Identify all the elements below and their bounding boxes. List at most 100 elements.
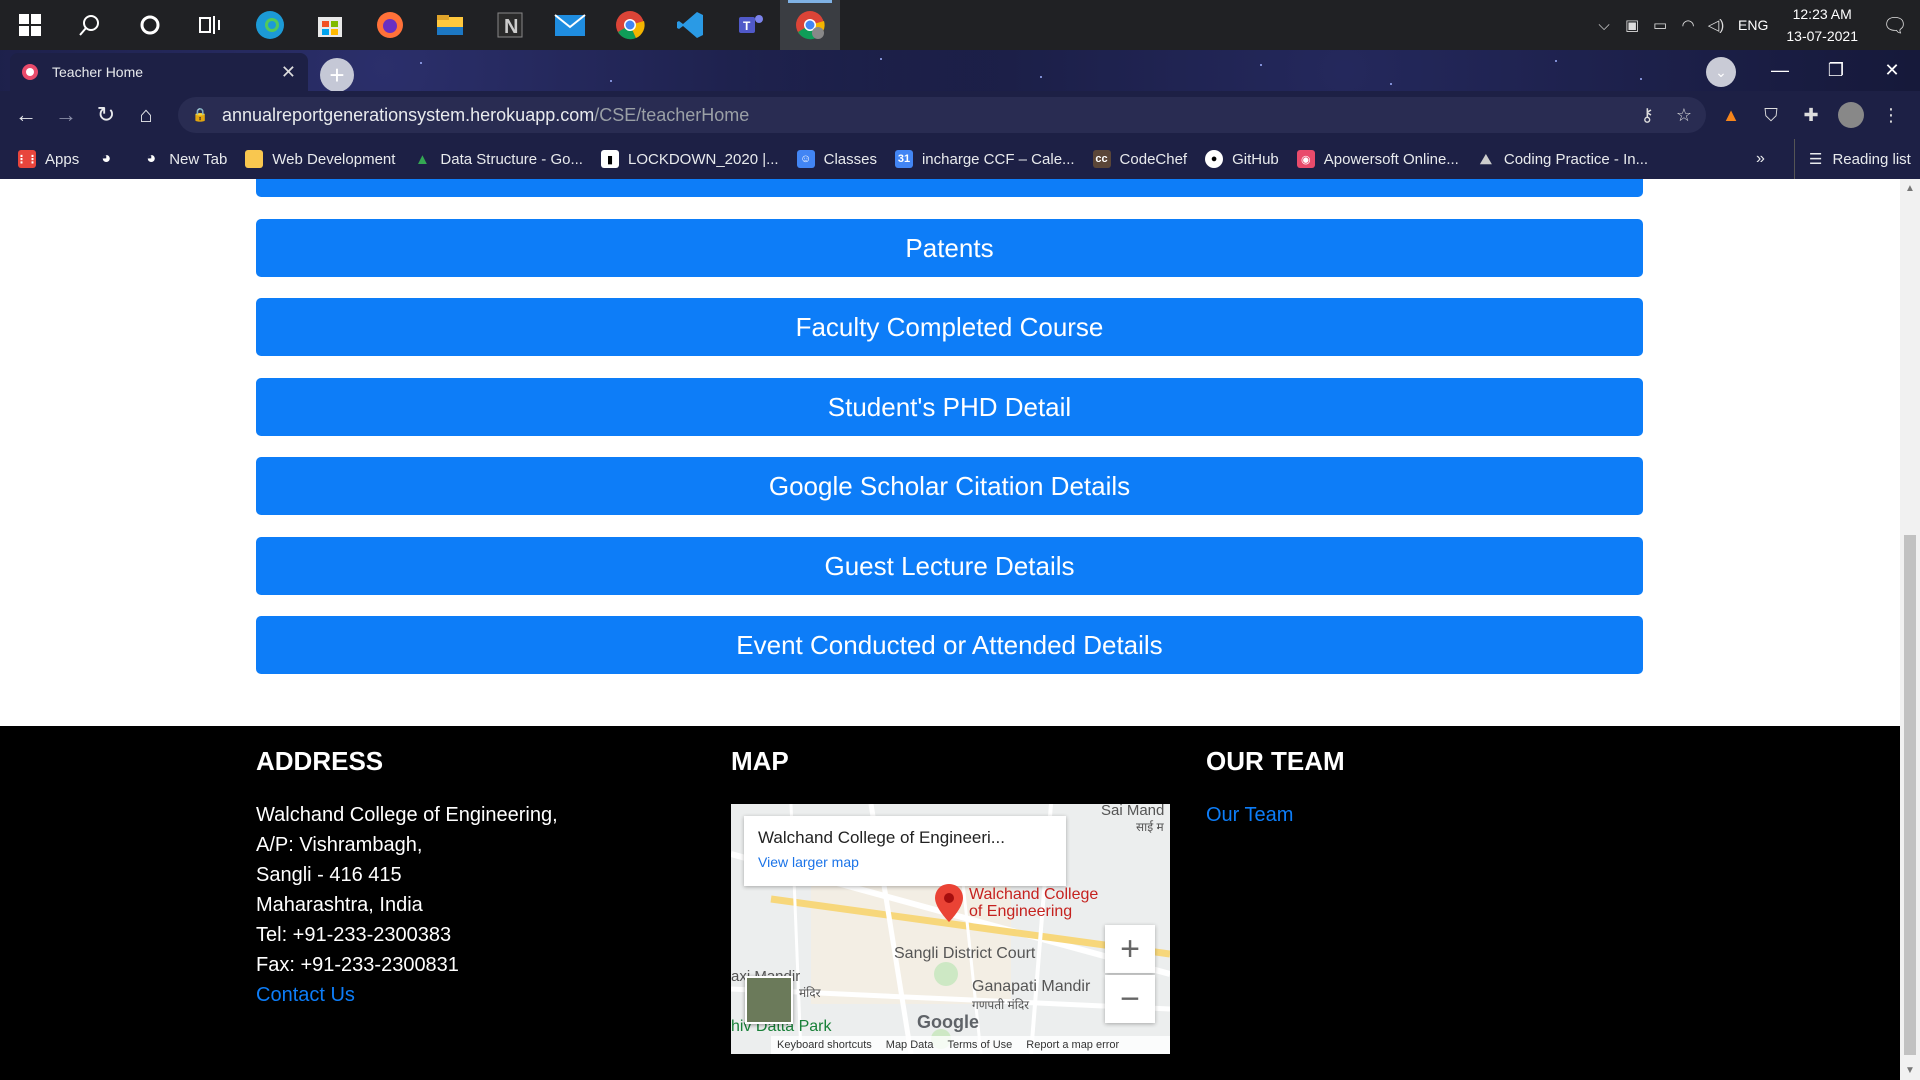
- url-host: annualreportgenerationsystem.herokuapp.c…: [222, 104, 595, 125]
- bookmarks-bar: ⋮⋮ Apps ◕ ◕ New Tab Web Development ▲ Da…: [0, 139, 1920, 179]
- new-tab-button[interactable]: +: [320, 58, 354, 92]
- bookmark-label: CodeChef: [1119, 150, 1188, 168]
- teacher-home-main: Patents Faculty Completed Course Student…: [0, 179, 1900, 726]
- chevron-up-icon[interactable]: ⌵: [1590, 0, 1618, 50]
- embedded-map[interactable]: Walchand College of Engineeri... View la…: [731, 804, 1170, 1054]
- terms-of-use-link[interactable]: Terms of Use: [947, 1039, 1012, 1051]
- language-indicator[interactable]: ENG: [1738, 17, 1768, 33]
- contact-us-link[interactable]: Contact Us: [256, 984, 355, 1007]
- clock-date: 13-07-2021: [1786, 28, 1858, 44]
- page-scrollbar[interactable]: ▲ ▼: [1900, 179, 1920, 1080]
- svg-text:N: N: [504, 16, 518, 38]
- bookmark-apowersoft[interactable]: ◉ Apowersoft Online...: [1296, 150, 1459, 168]
- bookmark-data-structure[interactable]: ▲ Data Structure - Go...: [413, 150, 583, 168]
- key-icon[interactable]: ⚷: [1641, 105, 1654, 126]
- bookmark-globe[interactable]: ◕: [97, 150, 124, 168]
- browser-tab[interactable]: Teacher Home ✕: [10, 53, 308, 91]
- close-window-icon[interactable]: ✕: [1864, 60, 1920, 81]
- bookmark-new-tab[interactable]: ◕ New Tab: [142, 150, 227, 168]
- reading-list-button[interactable]: ☰ Reading list: [1794, 139, 1911, 179]
- scroll-thumb[interactable]: [1904, 535, 1916, 1055]
- bookmark-coding-practice[interactable]: ⛰ Coding Practice - In...: [1477, 150, 1648, 168]
- metamask-icon[interactable]: ▲: [1718, 102, 1744, 128]
- event-conducted-attended-button[interactable]: Event Conducted or Attended Details: [256, 616, 1643, 674]
- minimize-icon[interactable]: —: [1752, 60, 1808, 81]
- chrome-icon[interactable]: [600, 0, 660, 50]
- guest-lecture-details-button[interactable]: Guest Lecture Details: [256, 537, 1643, 595]
- menu-kebab-icon[interactable]: ⋮: [1878, 102, 1904, 128]
- extensions-puzzle-icon[interactable]: ✚: [1798, 102, 1824, 128]
- address-line: Walchand College of Engineering,: [256, 804, 558, 826]
- battery-icon[interactable]: ▭: [1646, 0, 1674, 50]
- keyboard-shortcuts-link[interactable]: Keyboard shortcuts: [777, 1039, 872, 1051]
- map-zoom-in-button[interactable]: +: [1105, 925, 1155, 973]
- shield-icon[interactable]: ⛉: [1758, 102, 1784, 128]
- cortana-icon[interactable]: [120, 0, 180, 50]
- map-zoom-out-button[interactable]: −: [1105, 975, 1155, 1023]
- forward-icon[interactable]: →: [46, 95, 86, 135]
- meet-now-icon[interactable]: ▣: [1618, 0, 1646, 50]
- close-tab-icon[interactable]: ✕: [281, 62, 296, 83]
- task-view-icon[interactable]: [180, 0, 240, 50]
- google-drive-icon: ▲: [414, 150, 430, 168]
- reading-list-label: Reading list: [1832, 150, 1911, 168]
- report-map-error-link[interactable]: Report a map error: [1026, 1039, 1119, 1051]
- bookmark-calendar[interactable]: 31 incharge CCF – Cale...: [894, 150, 1075, 168]
- codechef-icon: cc: [1092, 150, 1111, 168]
- teams-icon[interactable]: T: [720, 0, 780, 50]
- faculty-completed-course-button[interactable]: Faculty Completed Course: [256, 298, 1643, 356]
- bookmark-label: New Tab: [169, 150, 228, 168]
- bookmark-star-icon[interactable]: ☆: [1676, 105, 1692, 126]
- tab-search-icon[interactable]: ⌄: [1706, 57, 1736, 87]
- windows-start-icon[interactable]: [0, 0, 60, 50]
- store-icon[interactable]: [300, 0, 360, 50]
- bookmark-classes[interactable]: ☺ Classes: [796, 150, 877, 168]
- map-satellite-toggle[interactable]: [745, 976, 793, 1024]
- view-larger-map-link[interactable]: View larger map: [758, 854, 1052, 870]
- chrome-active-icon[interactable]: [780, 0, 840, 50]
- map-label-sai: Sai Mand: [1101, 804, 1165, 819]
- map-label-court: Sangli District Court: [894, 945, 1036, 962]
- address-bar[interactable]: 🔒 annualreportgenerationsystem.herokuapp…: [178, 97, 1706, 133]
- apps-grid-icon: ⋮⋮: [16, 150, 38, 168]
- bookmark-lockdown[interactable]: ▮ LOCKDOWN_2020 |...: [600, 150, 779, 168]
- mail-icon[interactable]: [540, 0, 600, 50]
- google-scholar-citation-button[interactable]: Google Scholar Citation Details: [256, 457, 1643, 515]
- reload-icon[interactable]: ↻: [86, 95, 126, 135]
- firefox-icon[interactable]: [360, 0, 420, 50]
- vscode-icon[interactable]: [660, 0, 720, 50]
- clock-time: 12:23 AM: [1792, 6, 1852, 22]
- globe-icon: ◕: [146, 150, 157, 167]
- student-phd-detail-button[interactable]: Student's PHD Detail: [256, 378, 1643, 436]
- file-explorer-icon[interactable]: [420, 0, 480, 50]
- profile-avatar[interactable]: [1838, 102, 1864, 128]
- scroll-down-icon[interactable]: ▼: [1905, 1065, 1915, 1076]
- map-data-link[interactable]: Map Data: [886, 1039, 934, 1051]
- bookmark-codechef[interactable]: cc CodeChef: [1092, 150, 1188, 168]
- lock-icon[interactable]: 🔒: [192, 107, 208, 123]
- bookmark-web-development[interactable]: Web Development: [245, 150, 395, 168]
- search-icon[interactable]: [60, 0, 120, 50]
- notifications-icon[interactable]: 🗨: [1870, 0, 1920, 50]
- our-team-link[interactable]: Our Team: [1206, 804, 1293, 827]
- more-bookmarks-button[interactable]: »: [1756, 139, 1765, 179]
- bookmark-label: Classes: [823, 150, 877, 168]
- back-icon[interactable]: ←: [6, 95, 46, 135]
- wifi-icon[interactable]: ◠: [1674, 0, 1702, 50]
- folder-icon: [245, 150, 264, 168]
- patents-button[interactable]: Patents: [256, 219, 1643, 277]
- bookmark-apps[interactable]: ⋮⋮ Apps: [16, 150, 79, 168]
- volume-icon[interactable]: ◁): [1702, 0, 1730, 50]
- map-marker-icon[interactable]: [935, 884, 963, 922]
- bookmark-github[interactable]: ● GitHub: [1205, 150, 1279, 168]
- edge-icon[interactable]: [240, 0, 300, 50]
- restore-icon[interactable]: ❐: [1808, 60, 1864, 81]
- partial-action-button[interactable]: [256, 179, 1643, 197]
- notion-icon[interactable]: N: [480, 0, 540, 50]
- map-label-sai-hi: साई म: [1136, 820, 1164, 834]
- clock[interactable]: 12:23 AM 13-07-2021: [1786, 3, 1858, 47]
- scroll-up-icon[interactable]: ▲: [1905, 183, 1915, 194]
- calendar-icon: 31: [894, 150, 913, 168]
- document-icon: ▮: [600, 150, 619, 168]
- home-icon[interactable]: ⌂: [126, 95, 166, 135]
